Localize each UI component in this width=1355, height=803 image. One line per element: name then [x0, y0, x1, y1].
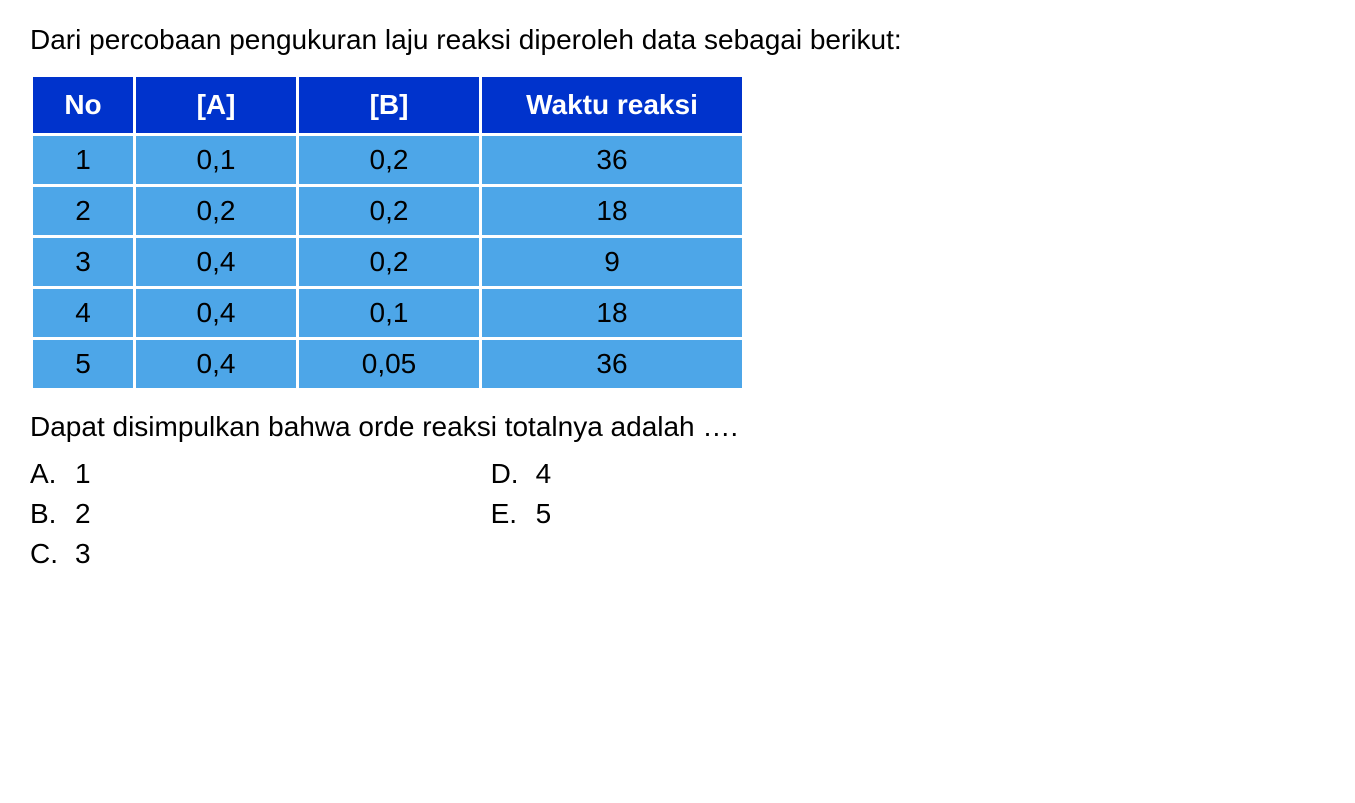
- option-letter: A.: [30, 458, 60, 490]
- table-row: 4 0,4 0,1 18: [33, 289, 742, 337]
- options-column-right: D. 4 E. 5: [491, 458, 552, 570]
- option-b: B. 2: [30, 498, 91, 530]
- table-row: 3 0,4 0,2 9: [33, 238, 742, 286]
- option-value: 1: [75, 458, 91, 490]
- cell-b: 0,2: [299, 238, 479, 286]
- option-letter: E.: [491, 498, 521, 530]
- cell-waktu: 9: [482, 238, 742, 286]
- cell-a: 0,1: [136, 136, 296, 184]
- cell-waktu: 36: [482, 136, 742, 184]
- option-d: D. 4: [491, 458, 552, 490]
- cell-no: 3: [33, 238, 133, 286]
- cell-waktu: 36: [482, 340, 742, 388]
- data-table: No [A] [B] Waktu reaksi 1 0,1 0,2 36 2 0…: [30, 74, 745, 391]
- option-value: 4: [536, 458, 552, 490]
- header-a: [A]: [136, 77, 296, 133]
- cell-a: 0,4: [136, 340, 296, 388]
- header-b: [B]: [299, 77, 479, 133]
- header-waktu: Waktu reaksi: [482, 77, 742, 133]
- option-letter: D.: [491, 458, 521, 490]
- cell-waktu: 18: [482, 187, 742, 235]
- cell-b: 0,2: [299, 136, 479, 184]
- table-row: 5 0,4 0,05 36: [33, 340, 742, 388]
- cell-a: 0,4: [136, 238, 296, 286]
- option-value: 3: [75, 538, 91, 570]
- option-a: A. 1: [30, 458, 91, 490]
- option-letter: B.: [30, 498, 60, 530]
- option-value: 2: [75, 498, 91, 530]
- cell-a: 0,2: [136, 187, 296, 235]
- cell-b: 0,2: [299, 187, 479, 235]
- cell-b: 0,1: [299, 289, 479, 337]
- cell-a: 0,4: [136, 289, 296, 337]
- options-column-left: A. 1 B. 2 C. 3: [30, 458, 91, 570]
- header-no: No: [33, 77, 133, 133]
- option-e: E. 5: [491, 498, 552, 530]
- conclusion-text: Dapat disimpulkan bahwa orde reaksi tota…: [30, 411, 1325, 443]
- table-row: 1 0,1 0,2 36: [33, 136, 742, 184]
- table-row: 2 0,2 0,2 18: [33, 187, 742, 235]
- cell-b: 0,05: [299, 340, 479, 388]
- cell-no: 4: [33, 289, 133, 337]
- cell-no: 1: [33, 136, 133, 184]
- cell-waktu: 18: [482, 289, 742, 337]
- option-letter: C.: [30, 538, 60, 570]
- cell-no: 2: [33, 187, 133, 235]
- cell-no: 5: [33, 340, 133, 388]
- options-container: A. 1 B. 2 C. 3 D. 4 E. 5: [30, 458, 1325, 570]
- question-text: Dari percobaan pengukuran laju reaksi di…: [30, 20, 1325, 59]
- table-header-row: No [A] [B] Waktu reaksi: [33, 77, 742, 133]
- option-value: 5: [536, 498, 552, 530]
- option-c: C. 3: [30, 538, 91, 570]
